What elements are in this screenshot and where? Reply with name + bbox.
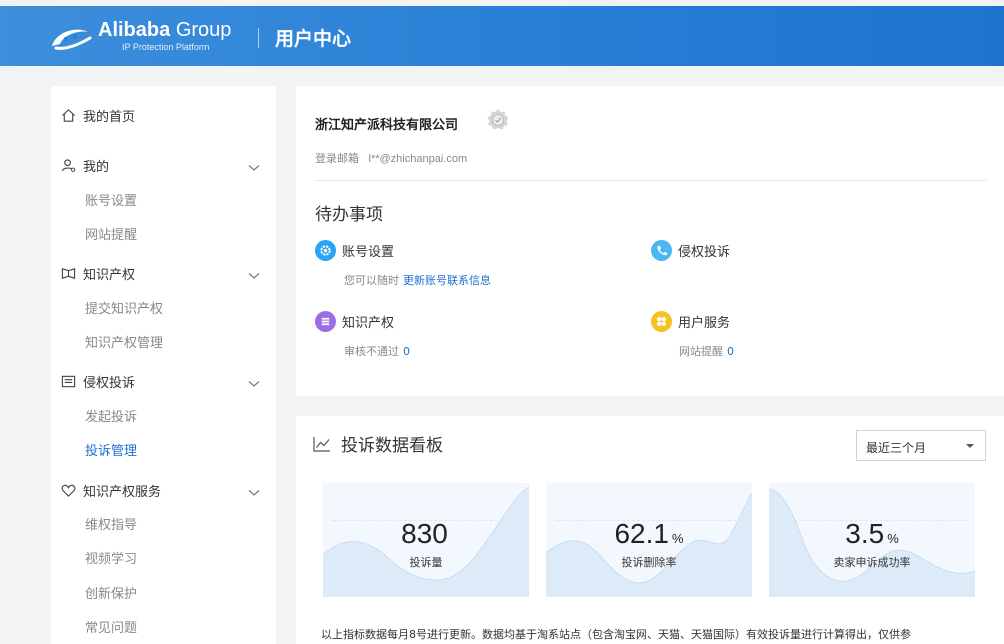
email-value: l**@zhichanpai.com [368, 153, 468, 165]
sidebar: 我的首页 我的 账号设置 网站提醒 知识产权 提交知识产权 知识产权管理 侵权投… [51, 86, 276, 644]
stat-label: 投诉量 [409, 556, 443, 569]
sidebar-group-label: 知识产权服务 [83, 485, 162, 500]
page-title: 用户中心 [275, 28, 352, 50]
stat-value: 3.5% [769, 518, 975, 550]
todo-note: 审核不通过 0 [344, 343, 410, 359]
data-footnote: 以上指标数据每月8号进行更新。数据均基于淘系站点（包含淘宝网、天猫、天猫国际）有… [321, 628, 911, 641]
sidebar-group-me[interactable]: 我的 [61, 156, 261, 175]
line-chart-icon [313, 436, 330, 452]
update-contact-link[interactable]: 更新账号联系信息 [403, 274, 491, 287]
period-select-value: 最近三个月 [866, 441, 927, 455]
todo-label: 账号设置 [342, 245, 395, 260]
sidebar-item-ip-management[interactable]: 知识产权管理 [85, 332, 163, 351]
todo-note-text: 审核不通过 [344, 345, 399, 358]
site-reminder-count-link[interactable]: 0 [727, 345, 734, 358]
todo-note: 网站提醒 0 [679, 343, 734, 359]
brand-subtitle: IP Protection Platform [122, 42, 210, 52]
sidebar-group-label: 侵权投诉 [83, 376, 136, 391]
header-divider [258, 28, 259, 48]
stat-complaint-count: 830 投诉量 [323, 483, 529, 597]
sidebar-item-complaint-management[interactable]: 投诉管理 [85, 440, 137, 459]
board-title: 投诉数据看板 [313, 431, 443, 456]
complaint-icon [61, 375, 76, 388]
verified-badge-icon [487, 109, 509, 130]
account-card: 浙江知产派科技有限公司 登录邮箱 l**@zhichanpai.com 待办事项… [296, 86, 1004, 396]
stat-value: 830 [323, 518, 529, 550]
board-title-text: 投诉数据看板 [341, 436, 443, 456]
home-icon [62, 109, 75, 122]
chevron-down-icon [248, 273, 260, 279]
complaint-board: 投诉数据看板 最近三个月 830 投诉量 62.1% 投诉删除率 3.5% 卖家… [296, 416, 1004, 644]
sidebar-item-faq[interactable]: 常见问题 [85, 617, 137, 636]
stat-value: 62.1% [546, 518, 752, 550]
phone-icon [651, 240, 672, 261]
stat-unit: % [887, 531, 899, 546]
user-icon [61, 159, 76, 172]
period-select[interactable]: 最近三个月 [856, 430, 986, 461]
caret-down-icon [966, 444, 974, 448]
login-email: 登录邮箱 l**@zhichanpai.com [315, 150, 467, 166]
todo-label: 知识产权 [342, 316, 395, 331]
stat-number: 830 [401, 518, 448, 549]
alibaba-logo-icon [52, 29, 92, 50]
stat-label: 投诉删除率 [621, 556, 677, 569]
sidebar-group-ip[interactable]: 知识产权 [61, 264, 261, 283]
book-icon [61, 268, 76, 279]
todo-complaints[interactable]: 侵权投诉 [651, 240, 730, 261]
stat-unit: % [671, 531, 684, 546]
brand-name-bold: Alibaba [98, 19, 171, 41]
chevron-down-icon [248, 490, 260, 496]
sidebar-group-ip-services[interactable]: 知识产权服务 [61, 481, 261, 500]
todo-label: 用户服务 [678, 316, 731, 331]
sidebar-group-label: 知识产权 [83, 268, 136, 283]
brand-name-light: Group [175, 19, 232, 41]
sidebar-item-rights-guide[interactable]: 维权指导 [85, 514, 137, 533]
brand-name: Alibaba Group [98, 19, 231, 42]
todo-ip[interactable]: 知识产权 [315, 311, 394, 332]
stat-label: 卖家申诉成功率 [833, 556, 911, 569]
todo-user-service[interactable]: 用户服务 [651, 311, 730, 332]
stat-number: 3.5 [845, 518, 885, 549]
sidebar-group-label: 我的 [83, 160, 110, 175]
company-name: 浙江知产派科技有限公司 [315, 118, 459, 133]
todo-note: 您可以随时 更新账号联系信息 [344, 272, 491, 288]
email-label: 登录邮箱 [315, 152, 359, 165]
sidebar-item-innovation-protection[interactable]: 创新保护 [85, 583, 137, 602]
sidebar-item-video-learning[interactable]: 视频学习 [85, 548, 137, 567]
sidebar-group-complaints[interactable]: 侵权投诉 [61, 372, 261, 391]
todo-label: 侵权投诉 [678, 245, 731, 260]
sidebar-item-label: 我的首页 [83, 110, 136, 125]
header-bar: Alibaba Group IP Protection Platform 用户中… [0, 6, 1004, 66]
clover-icon [651, 311, 672, 332]
sidebar-item-site-reminders[interactable]: 网站提醒 [85, 224, 137, 243]
rejected-count-link[interactable]: 0 [403, 345, 410, 358]
gear-icon [315, 240, 336, 261]
chevron-down-icon [248, 165, 260, 171]
list-icon [315, 311, 336, 332]
sidebar-item-submit-ip[interactable]: 提交知识产权 [85, 298, 163, 317]
stat-number: 62.1 [614, 518, 669, 549]
todo-title: 待办事项 [315, 205, 383, 225]
todo-note-text: 网站提醒 [679, 345, 723, 358]
sidebar-item-file-complaint[interactable]: 发起投诉 [85, 406, 137, 425]
divider [315, 180, 987, 181]
sidebar-item-account-settings[interactable]: 账号设置 [85, 190, 137, 209]
stat-complaint-deletion-rate: 62.1% 投诉删除率 [546, 483, 752, 597]
stat-appeal-success-rate: 3.5% 卖家申诉成功率 [769, 483, 975, 597]
chevron-down-icon [248, 381, 260, 387]
heart-icon [61, 484, 76, 497]
todo-note-text: 您可以随时 [344, 274, 399, 287]
sidebar-item-home[interactable]: 我的首页 [61, 106, 135, 125]
todo-account-settings[interactable]: 账号设置 [315, 240, 394, 261]
